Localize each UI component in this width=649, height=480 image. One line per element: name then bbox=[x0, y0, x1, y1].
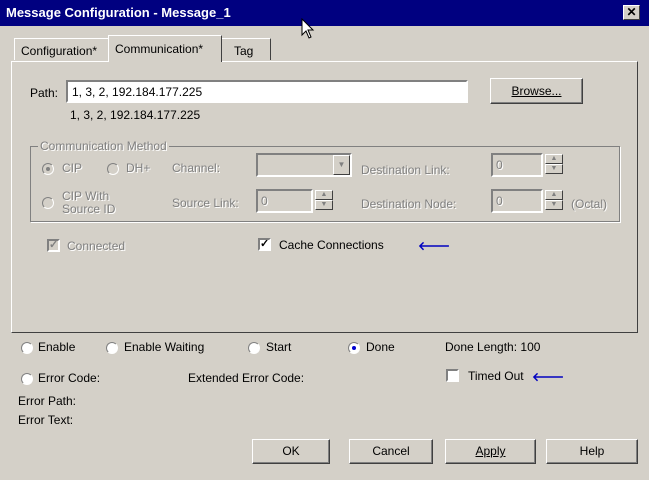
apply-button[interactable]: Apply bbox=[445, 439, 536, 464]
left-arrow-icon: 🡐 bbox=[418, 239, 451, 253]
done-length: Done Length: 100 bbox=[445, 340, 541, 354]
tab-communication[interactable]: Communication* bbox=[108, 35, 222, 62]
connected-label: Connected bbox=[67, 239, 126, 253]
tab-tag-label: Tag bbox=[234, 44, 254, 58]
cache-connections-label: Cache Connections bbox=[279, 238, 384, 252]
cip-source-id-label: CIP With Source ID bbox=[62, 190, 115, 216]
cip-radio[interactable] bbox=[42, 163, 54, 175]
timed-out-checkbox bbox=[446, 369, 459, 382]
octal-label: (Octal) bbox=[571, 197, 607, 211]
path-label: Path: bbox=[30, 86, 59, 100]
tab-tag[interactable]: Tag bbox=[221, 38, 271, 60]
enable-waiting-label: Enable Waiting bbox=[124, 340, 205, 354]
source-link-label: Source Link: bbox=[172, 196, 239, 210]
browse-button-label: Browse... bbox=[511, 84, 562, 98]
resolved-path: 1, 3, 2, 192.184.177.225 bbox=[70, 108, 201, 122]
enable-label: Enable bbox=[38, 340, 76, 354]
destination-link-value: 0 bbox=[496, 158, 503, 172]
error-code-radio bbox=[21, 373, 33, 385]
done-label: Done bbox=[366, 340, 395, 354]
done-radio bbox=[348, 342, 360, 354]
apply-button-label: Apply bbox=[475, 444, 506, 458]
enable-radio bbox=[21, 342, 33, 354]
mouse-cursor-icon bbox=[301, 18, 315, 39]
source-link-value: 0 bbox=[261, 194, 268, 208]
destination-link-spinner[interactable]: ▲ ▼ bbox=[545, 154, 563, 174]
source-link-input[interactable]: 0 bbox=[256, 189, 313, 213]
cache-connections-checkbox[interactable]: ✓ bbox=[258, 238, 271, 251]
dhplus-radio[interactable] bbox=[107, 163, 119, 175]
destination-node-label: Destination Node: bbox=[361, 197, 457, 211]
channel-select[interactable]: ▼ bbox=[256, 153, 352, 177]
error-code-label: Error Code: bbox=[38, 371, 101, 385]
tab-configuration[interactable]: Configuration* bbox=[14, 38, 109, 60]
cip-label: CIP bbox=[62, 161, 83, 175]
browse-button[interactable]: Browse... bbox=[490, 78, 583, 104]
tab-configuration-label: Configuration* bbox=[21, 44, 98, 58]
start-radio bbox=[248, 342, 260, 354]
error-path-label: Error Path: bbox=[18, 394, 77, 408]
path-input-value: 1, 3, 2, 192.184.177.225 bbox=[72, 85, 203, 99]
cip-source-id-radio[interactable] bbox=[42, 197, 54, 209]
extended-error-code-label: Extended Error Code: bbox=[188, 371, 305, 385]
dhplus-label: DH+ bbox=[126, 161, 151, 175]
error-text-label: Error Text: bbox=[18, 413, 74, 427]
destination-node-input[interactable]: 0 bbox=[491, 189, 543, 213]
cip-source-id-line2: Source ID bbox=[62, 202, 116, 216]
start-label: Start bbox=[266, 340, 292, 354]
enable-waiting-radio bbox=[106, 342, 118, 354]
help-button[interactable]: Help bbox=[546, 439, 638, 464]
destination-node-value: 0 bbox=[496, 194, 503, 208]
tab-communication-label: Communication* bbox=[115, 42, 204, 56]
close-button[interactable]: ✕ bbox=[623, 5, 640, 20]
chevron-down-icon[interactable]: ▼ bbox=[333, 155, 350, 175]
cancel-button[interactable]: Cancel bbox=[349, 439, 433, 464]
destination-link-input[interactable]: 0 bbox=[491, 153, 543, 177]
channel-label: Channel: bbox=[172, 161, 221, 175]
connected-checkbox[interactable]: ✓ bbox=[47, 239, 60, 252]
window-title: Message Configuration - Message_1 bbox=[6, 5, 231, 20]
timed-out-label: Timed Out bbox=[468, 369, 524, 383]
source-link-spinner[interactable]: ▲ ▼ bbox=[315, 190, 333, 210]
ok-button[interactable]: OK bbox=[252, 439, 330, 464]
destination-link-label: Destination Link: bbox=[361, 163, 450, 177]
communication-method-legend: Communication Method bbox=[38, 139, 169, 153]
destination-node-spinner[interactable]: ▲ ▼ bbox=[545, 190, 563, 210]
left-arrow-icon: 🡐 bbox=[532, 370, 565, 384]
path-input[interactable]: 1, 3, 2, 192.184.177.225 bbox=[66, 80, 468, 103]
